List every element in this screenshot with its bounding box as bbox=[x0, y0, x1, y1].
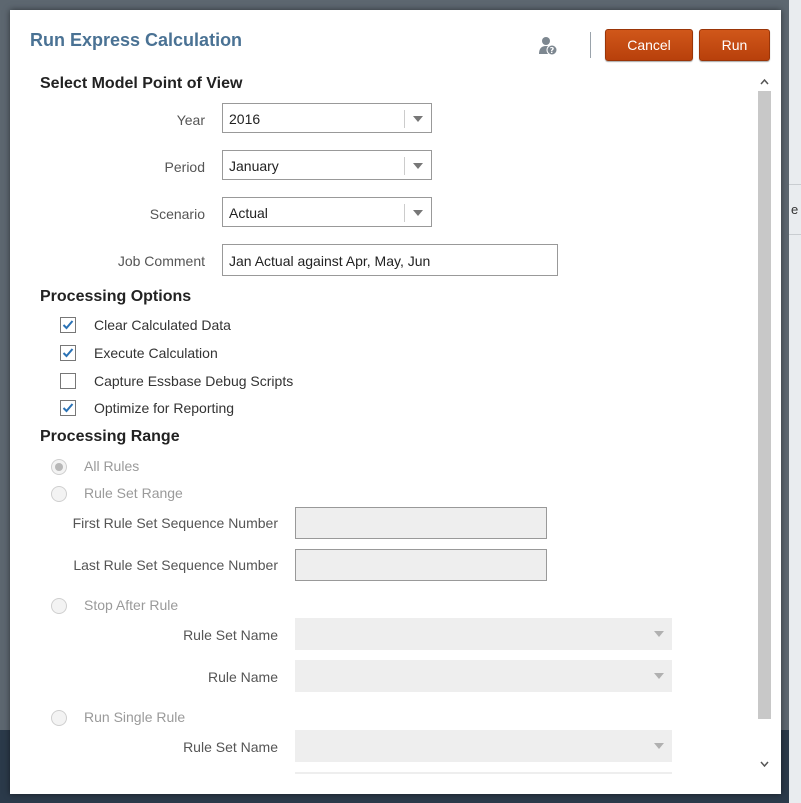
chevron-down-icon[interactable] bbox=[413, 210, 423, 216]
job-comment-input[interactable]: Jan Actual against Apr, May, Jun bbox=[222, 244, 558, 276]
year-label: Year bbox=[176, 112, 205, 128]
period-select[interactable]: January bbox=[222, 150, 432, 180]
optimize-for-reporting-checkbox[interactable] bbox=[60, 400, 76, 416]
first-rule-set-sequence-label: First Rule Set Sequence Number bbox=[72, 515, 278, 531]
scrollbar-thumb[interactable] bbox=[758, 91, 771, 719]
job-comment-label: Job Comment bbox=[117, 253, 205, 269]
scenario-label: Scenario bbox=[149, 206, 205, 222]
scroll-down-icon[interactable] bbox=[757, 757, 772, 771]
person-question-icon[interactable]: ? bbox=[538, 36, 558, 56]
stop-after-rule-radio[interactable] bbox=[51, 598, 67, 614]
rule-set-range-label[interactable]: Rule Set Range bbox=[84, 485, 183, 501]
dialog-content: Select Model Point of View Year 2016 Per… bbox=[10, 70, 758, 774]
last-rule-set-sequence-input[interactable] bbox=[295, 549, 547, 581]
year-value: 2016 bbox=[229, 111, 261, 127]
single-rule-set-name-select[interactable] bbox=[295, 730, 672, 762]
capture-essbase-debug-scripts-label[interactable]: Capture Essbase Debug Scripts bbox=[94, 373, 293, 389]
svg-text:?: ? bbox=[550, 46, 555, 55]
all-rules-radio[interactable] bbox=[51, 459, 67, 475]
execute-calculation-label[interactable]: Execute Calculation bbox=[94, 345, 218, 361]
period-value: January bbox=[229, 158, 279, 174]
run-express-calculation-dialog: Run Express Calculation ? Cancel Run Sel… bbox=[10, 10, 781, 794]
run-single-rule-radio[interactable] bbox=[51, 710, 67, 726]
background-divider bbox=[789, 184, 801, 185]
single-rule-name-select[interactable] bbox=[295, 772, 672, 774]
processing-options-title: Processing Options bbox=[40, 288, 192, 305]
select-divider bbox=[404, 110, 405, 128]
chevron-down-icon[interactable] bbox=[413, 116, 423, 122]
last-rule-set-sequence-label: Last Rule Set Sequence Number bbox=[73, 557, 278, 573]
header-divider bbox=[590, 32, 591, 58]
execute-calculation-checkbox[interactable] bbox=[60, 345, 76, 361]
single-rule-set-name-label: Rule Set Name bbox=[183, 739, 278, 755]
background-page-edge: e bbox=[789, 0, 801, 803]
rule-name-select[interactable] bbox=[295, 660, 672, 692]
background-partial-text: e bbox=[791, 202, 799, 217]
content-scrollbar[interactable] bbox=[757, 73, 772, 773]
rule-set-name-label: Rule Set Name bbox=[183, 627, 278, 643]
scenario-value: Actual bbox=[229, 205, 268, 221]
year-select[interactable]: 2016 bbox=[222, 103, 432, 133]
processing-range-title: Processing Range bbox=[40, 428, 180, 445]
all-rules-label[interactable]: All Rules bbox=[84, 458, 139, 474]
rule-set-range-radio[interactable] bbox=[51, 486, 67, 502]
chevron-down-icon[interactable] bbox=[654, 673, 664, 679]
select-divider bbox=[404, 157, 405, 175]
pov-section-title: Select Model Point of View bbox=[40, 75, 243, 92]
scenario-select[interactable]: Actual bbox=[222, 197, 432, 227]
run-button[interactable]: Run bbox=[699, 29, 770, 61]
cancel-button[interactable]: Cancel bbox=[605, 29, 693, 61]
select-divider bbox=[404, 204, 405, 222]
rule-set-name-select[interactable] bbox=[295, 618, 672, 650]
dialog-title: Run Express Calculation bbox=[30, 30, 243, 50]
first-rule-set-sequence-input[interactable] bbox=[295, 507, 547, 539]
scroll-up-icon[interactable] bbox=[757, 75, 772, 89]
job-comment-value: Jan Actual against Apr, May, Jun bbox=[229, 253, 431, 269]
chevron-down-icon[interactable] bbox=[654, 743, 664, 749]
stop-after-rule-label[interactable]: Stop After Rule bbox=[84, 597, 178, 613]
optimize-for-reporting-label[interactable]: Optimize for Reporting bbox=[94, 400, 234, 416]
period-label: Period bbox=[164, 159, 205, 175]
run-single-rule-label[interactable]: Run Single Rule bbox=[84, 709, 185, 725]
capture-essbase-debug-scripts-checkbox[interactable] bbox=[60, 373, 76, 389]
chevron-down-icon[interactable] bbox=[413, 163, 423, 169]
chevron-down-icon[interactable] bbox=[654, 631, 664, 637]
background-divider bbox=[789, 234, 801, 235]
clear-calculated-data-label[interactable]: Clear Calculated Data bbox=[94, 317, 231, 333]
clear-calculated-data-checkbox[interactable] bbox=[60, 317, 76, 333]
rule-name-label: Rule Name bbox=[207, 669, 278, 685]
